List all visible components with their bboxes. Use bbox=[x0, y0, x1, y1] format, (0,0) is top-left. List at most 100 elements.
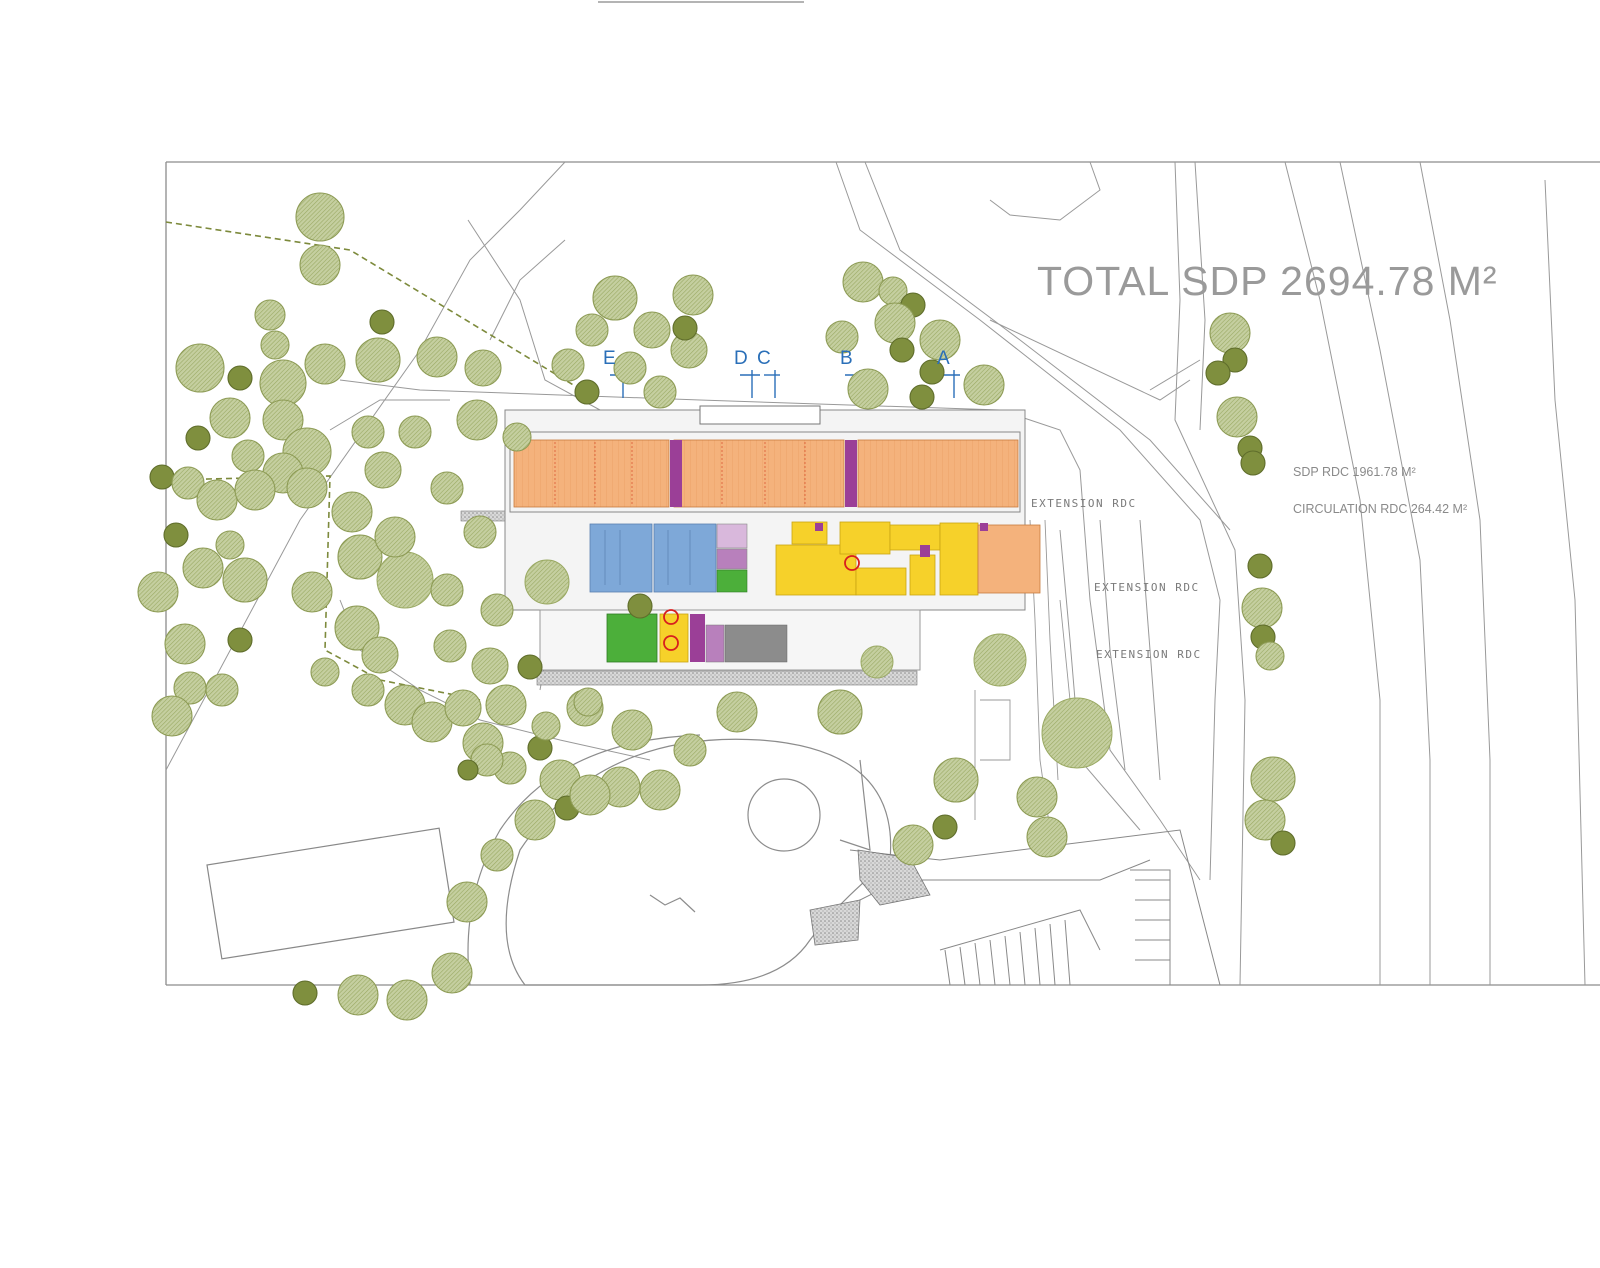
section-marker-a: A bbox=[937, 348, 950, 369]
tree-canopy bbox=[351, 673, 385, 707]
tree-canopy bbox=[331, 491, 373, 533]
tree-canopy bbox=[1270, 830, 1296, 856]
tree-canopy bbox=[369, 309, 395, 335]
tree-canopy bbox=[227, 627, 253, 653]
tree-canopy bbox=[517, 654, 543, 680]
tree-canopy bbox=[892, 824, 934, 866]
tree-canopy bbox=[416, 336, 458, 378]
tree-canopy bbox=[874, 302, 916, 344]
tree-canopy bbox=[260, 330, 290, 360]
tree-canopy bbox=[480, 838, 514, 872]
tree-canopy bbox=[163, 522, 189, 548]
tree-canopy bbox=[639, 769, 681, 811]
tree-canopy bbox=[1209, 312, 1251, 354]
tree-canopy bbox=[464, 349, 502, 387]
tree-canopy bbox=[433, 629, 467, 663]
tree-canopy bbox=[575, 313, 609, 347]
driveway bbox=[467, 734, 892, 986]
tree-canopy bbox=[963, 364, 1005, 406]
tree-canopy bbox=[933, 757, 979, 803]
tree-canopy bbox=[633, 311, 671, 349]
tree-canopy bbox=[1241, 587, 1283, 629]
circulation-rdc-label: CIRCULATION RDC 264.42 M² bbox=[1293, 502, 1468, 516]
tree-canopy bbox=[304, 343, 346, 385]
tree-canopy bbox=[480, 593, 514, 627]
tree-canopy bbox=[569, 774, 611, 816]
tree-canopy bbox=[222, 557, 268, 603]
tree-canopy bbox=[643, 375, 677, 409]
sdp-rdc-label: SDP RDC 1961.78 M² bbox=[1293, 465, 1416, 479]
tree-canopy bbox=[574, 379, 600, 405]
tree-canopy bbox=[386, 979, 428, 1021]
tree-canopy bbox=[842, 261, 884, 303]
tree-canopy bbox=[151, 695, 193, 737]
tree-canopy bbox=[573, 687, 603, 717]
tree-canopy bbox=[1250, 756, 1296, 802]
extension-label-1: EXTENSION RDC bbox=[1031, 497, 1137, 510]
gravel-strip-south bbox=[536, 670, 918, 686]
gravel-area-ramp-2 bbox=[809, 899, 861, 946]
tree-canopy bbox=[209, 397, 251, 439]
tree-canopy bbox=[627, 593, 653, 619]
extension-label-2: EXTENSION RDC bbox=[1094, 581, 1200, 594]
tree-canopy bbox=[196, 479, 238, 521]
tree-canopy bbox=[592, 275, 638, 321]
tree-canopy bbox=[337, 974, 379, 1016]
tree-canopy bbox=[254, 299, 286, 331]
tree-canopy bbox=[444, 689, 482, 727]
tree-canopy bbox=[1216, 396, 1258, 438]
tree-canopy bbox=[227, 365, 253, 391]
tree-canopy bbox=[613, 351, 647, 385]
tree-canopy bbox=[299, 244, 341, 286]
tree-canopy bbox=[175, 343, 225, 393]
tree-canopy bbox=[231, 439, 265, 473]
tree-canopy bbox=[259, 359, 307, 407]
tree-canopy bbox=[205, 673, 239, 707]
tree-canopy bbox=[847, 368, 889, 410]
tree-canopy bbox=[310, 657, 340, 687]
parking-rectangle bbox=[206, 827, 455, 960]
tree-canopy bbox=[351, 415, 385, 449]
tree-canopy bbox=[456, 399, 498, 441]
tree-canopy bbox=[485, 684, 527, 726]
site-plan-drawing bbox=[137, 1, 1600, 1021]
section-marker-e: E bbox=[603, 348, 616, 369]
tree-canopy bbox=[909, 384, 935, 410]
tree-canopy bbox=[551, 348, 585, 382]
tree-canopy bbox=[463, 515, 497, 549]
tree-canopy bbox=[1026, 816, 1068, 858]
section-marker-d: D bbox=[734, 348, 748, 369]
tree-canopy bbox=[374, 516, 416, 558]
tree-canopy bbox=[364, 451, 402, 489]
tree-canopy bbox=[1205, 360, 1231, 386]
tree-canopy bbox=[149, 464, 175, 490]
tree-canopy bbox=[164, 623, 206, 665]
tree-canopy bbox=[1247, 553, 1273, 579]
tree-canopy bbox=[430, 573, 464, 607]
tree-canopy bbox=[672, 274, 714, 316]
tree-canopy bbox=[361, 636, 399, 674]
tree-canopy bbox=[355, 337, 401, 383]
tree-canopy bbox=[514, 799, 556, 841]
tree-canopy bbox=[1016, 776, 1058, 818]
tree-canopy bbox=[502, 422, 532, 452]
north-wing-rooms bbox=[513, 439, 1019, 508]
tree-canopy bbox=[292, 980, 318, 1006]
tree-canopy bbox=[182, 547, 224, 589]
tree-canopy bbox=[673, 733, 707, 767]
tree-canopy bbox=[185, 425, 211, 451]
tree-canopy bbox=[431, 952, 473, 994]
tree-canopy bbox=[932, 814, 958, 840]
central-rooms bbox=[589, 523, 748, 593]
total-sdp-label: TOTAL SDP 2694.78 M² bbox=[1037, 258, 1498, 304]
tree-canopy bbox=[716, 691, 758, 733]
tree-canopy bbox=[471, 647, 509, 685]
tree-canopy bbox=[137, 571, 179, 613]
tree-canopy bbox=[286, 467, 328, 509]
extension-label-3: EXTENSION RDC bbox=[1096, 648, 1202, 661]
tree-canopy bbox=[398, 415, 432, 449]
section-marker-c: C bbox=[757, 348, 771, 369]
tree-canopy bbox=[531, 711, 561, 741]
tree-canopy bbox=[611, 709, 653, 751]
tree-canopy bbox=[1255, 641, 1285, 671]
